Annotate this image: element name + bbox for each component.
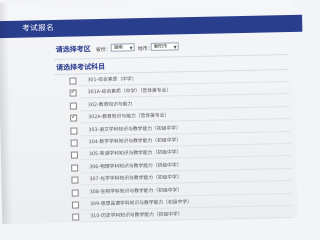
section-divider bbox=[53, 54, 288, 60]
subject-label: 302-教育知识与能力 bbox=[87, 102, 133, 109]
region-section-title: 请选择考区 bbox=[55, 45, 91, 54]
province-select-value: 湖南 bbox=[113, 45, 123, 51]
subject-checkbox[interactable] bbox=[69, 77, 77, 85]
subject-label: 307-化学学科知识与教学能力（初级中学） bbox=[89, 175, 182, 183]
subject-checkbox[interactable]: ✓ bbox=[69, 88, 77, 98]
chevron-down-icon: ▼ bbox=[129, 45, 133, 51]
subject-label: 310-历史学科知识与教学能力（初级中学） bbox=[90, 212, 183, 220]
subject-checkbox[interactable] bbox=[71, 189, 79, 197]
subject-label: 301-综合素质（中学） bbox=[87, 77, 137, 84]
subject-label: 304-数学学科知识与教学能力（初级中学） bbox=[88, 138, 182, 146]
subject-label: 309-思想品德学科知识与教学能力（初级中学） bbox=[89, 200, 193, 208]
checkmark-icon: ✓ bbox=[70, 88, 76, 96]
chevron-down-icon: ▼ bbox=[173, 44, 177, 50]
subject-label: 308-生物学科知识与教学能力（初级中学） bbox=[89, 187, 183, 195]
subject-label: 306-物理学科知识与教学能力（初级中学） bbox=[89, 163, 182, 171]
subject-label: 305-英语学科知识与教学能力（初级中学） bbox=[88, 150, 182, 158]
subject-label: 303-语文学科知识与教学能力（初级中学） bbox=[88, 125, 181, 133]
page-title: 考试报名 bbox=[22, 22, 55, 33]
exam-registration-page: 考试报名 请选择考区 省份： 湖南 ▼ 地市： 衡阳市 ▼ 请选择考试科目 30… bbox=[0, 0, 303, 225]
subject-list: 301-综合素质（中学） ✓ 301A-综合素质（中学）（音体美专业） 302-教育知… bbox=[0, 0, 293, 223]
city-select-value: 衡阳市 bbox=[153, 44, 168, 50]
province-label: 省份： bbox=[95, 46, 111, 54]
subject-checkbox[interactable] bbox=[71, 176, 79, 184]
subject-label: 302A-教育知识与能力（音体美专业） bbox=[88, 113, 170, 121]
subject-label: 301A-综合素质（中学）（音体美专业） bbox=[87, 88, 172, 96]
subject-checkbox[interactable] bbox=[71, 164, 79, 172]
city-select[interactable]: 衡阳市 ▼ bbox=[150, 42, 179, 51]
subject-checkbox[interactable] bbox=[70, 127, 78, 135]
subject-checkbox[interactable] bbox=[71, 201, 80, 209]
checkmark-icon: ✓ bbox=[71, 113, 77, 121]
subject-checkbox[interactable] bbox=[72, 213, 80, 221]
subject-checkbox[interactable] bbox=[69, 102, 77, 110]
subject-checkbox[interactable] bbox=[70, 151, 78, 160]
header-bar: 考试报名 bbox=[0, 14, 303, 39]
province-select[interactable]: 湖南 ▼ bbox=[110, 43, 135, 52]
subjects-section-title: 请选择考试科目 bbox=[56, 62, 106, 72]
subject-checkbox[interactable]: ✓ bbox=[70, 113, 78, 122]
subject-checkbox[interactable] bbox=[70, 139, 78, 147]
